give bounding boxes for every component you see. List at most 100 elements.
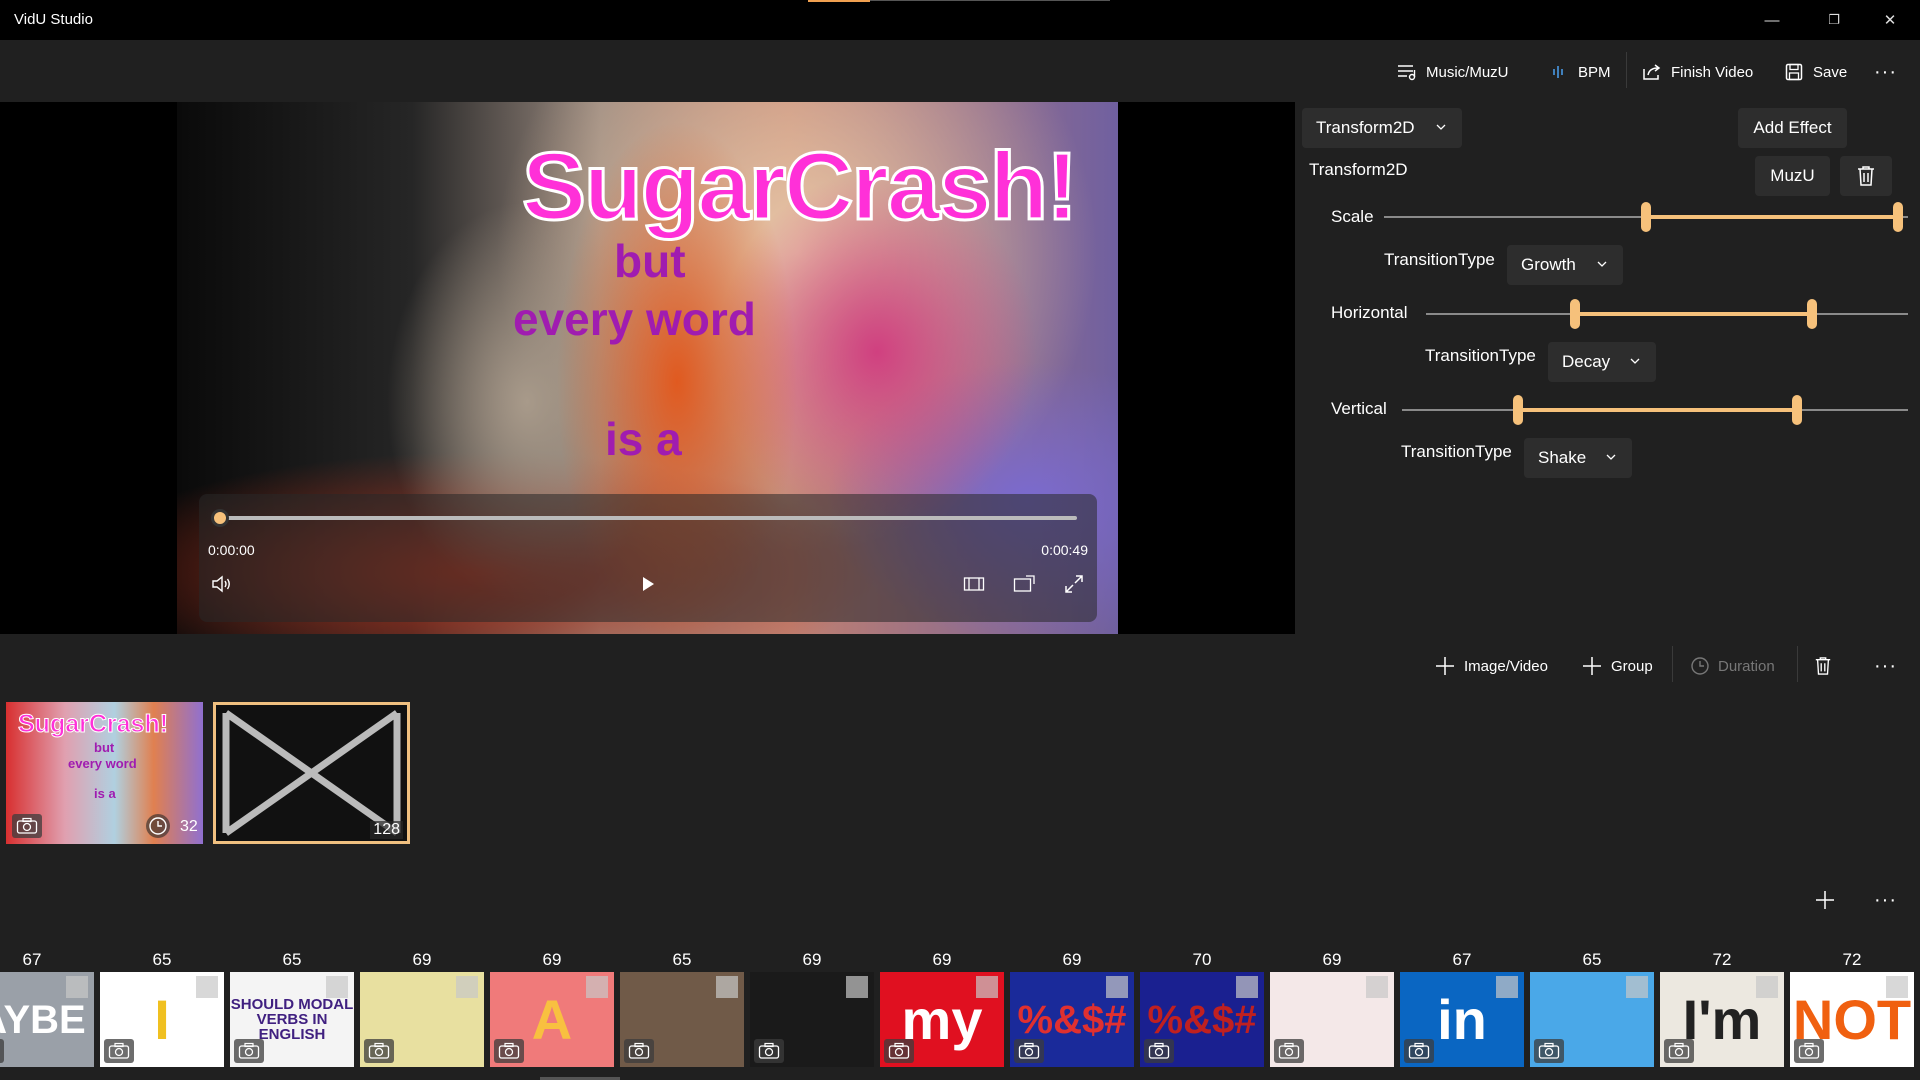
share-icon bbox=[1641, 61, 1663, 83]
select-checkbox[interactable] bbox=[1886, 976, 1908, 998]
effect-selector-label: Transform2D bbox=[1316, 118, 1415, 137]
music-muzu-button[interactable]: Music/MuzU bbox=[1396, 60, 1509, 84]
camera-icon bbox=[104, 1039, 134, 1063]
library-item-count: 69 bbox=[802, 950, 822, 969]
close-button[interactable]: ✕ bbox=[1862, 0, 1918, 40]
vertical-transition-dropdown[interactable]: Shake bbox=[1524, 438, 1632, 478]
minimize-button[interactable]: — bbox=[1744, 0, 1800, 40]
library-item[interactable]: my bbox=[880, 972, 1004, 1067]
add-effect-button[interactable]: Add Effect bbox=[1738, 108, 1847, 148]
save-button[interactable]: Save bbox=[1783, 60, 1847, 84]
duration-button[interactable]: Duration bbox=[1690, 654, 1775, 678]
slider-high-thumb[interactable] bbox=[1791, 395, 1802, 425]
select-checkbox[interactable] bbox=[196, 976, 218, 998]
restore-button[interactable]: ❐ bbox=[1806, 0, 1862, 40]
select-checkbox[interactable] bbox=[456, 976, 478, 998]
delete-effect-button[interactable] bbox=[1840, 156, 1892, 196]
delete-clip-button[interactable] bbox=[1814, 654, 1832, 678]
select-checkbox[interactable] bbox=[1496, 976, 1518, 998]
library-item[interactable]: %&$# bbox=[1140, 972, 1264, 1067]
slider-high-thumb[interactable] bbox=[1806, 299, 1817, 329]
trash-icon bbox=[1858, 166, 1874, 186]
main-toolbar: Music/MuzU BPM Finish Video Save ··· bbox=[0, 40, 1920, 100]
scale-transition-value: Growth bbox=[1521, 255, 1576, 274]
fullscreen-icon[interactable] bbox=[1061, 571, 1087, 597]
clip-text-line: every word bbox=[68, 756, 137, 771]
library-item[interactable]: SHOULD MODAL VERBS IN ENGLISH bbox=[230, 972, 354, 1067]
horizontal-transition-dropdown[interactable]: Decay bbox=[1548, 342, 1656, 382]
cast-icon[interactable] bbox=[1011, 571, 1037, 597]
library-item[interactable] bbox=[360, 972, 484, 1067]
overlay-line-3: is a bbox=[605, 413, 682, 465]
select-checkbox[interactable] bbox=[1626, 976, 1648, 998]
library-item[interactable]: in bbox=[1400, 972, 1524, 1067]
library-item[interactable] bbox=[620, 972, 744, 1067]
sequence-clip-selected[interactable]: 128 bbox=[213, 702, 410, 844]
select-checkbox[interactable] bbox=[976, 976, 998, 998]
select-checkbox[interactable] bbox=[1236, 976, 1258, 998]
effect-selector[interactable]: Transform2D bbox=[1302, 108, 1462, 148]
add-group-button[interactable]: Group bbox=[1581, 654, 1653, 678]
more-options-button[interactable]: ··· bbox=[1874, 60, 1897, 84]
chevron-down-icon bbox=[1606, 454, 1616, 460]
library-item[interactable]: A bbox=[490, 972, 614, 1067]
play-icon[interactable] bbox=[635, 571, 661, 597]
seek-thumb[interactable] bbox=[211, 509, 229, 527]
vertical-transition-value: Shake bbox=[1538, 448, 1587, 467]
music-list-icon bbox=[1396, 61, 1418, 83]
slider-low-thumb[interactable] bbox=[1570, 299, 1581, 329]
effect-properties-panel: Transform2D Add Effect Transform2D MuzU … bbox=[1295, 102, 1920, 634]
scale-range-slider[interactable] bbox=[1384, 202, 1908, 232]
library-item[interactable] bbox=[1530, 972, 1654, 1067]
select-checkbox[interactable] bbox=[586, 976, 608, 998]
camera-icon bbox=[12, 814, 42, 838]
library-item[interactable]: I'm bbox=[1660, 972, 1784, 1067]
camera-icon bbox=[884, 1039, 914, 1063]
camera-icon bbox=[364, 1039, 394, 1063]
slider-range-fill bbox=[1646, 215, 1898, 219]
sequence-divider bbox=[1672, 646, 1673, 682]
camera-icon bbox=[234, 1039, 264, 1063]
scale-transition-dropdown[interactable]: Growth bbox=[1507, 245, 1623, 285]
clock-icon bbox=[1691, 657, 1709, 675]
bpm-button[interactable]: BPM bbox=[1548, 60, 1611, 84]
camera-icon bbox=[1664, 1039, 1694, 1063]
library-item[interactable]: I bbox=[100, 972, 224, 1067]
library-add-button[interactable] bbox=[1814, 888, 1836, 912]
muzu-button[interactable]: MuzU bbox=[1755, 156, 1830, 196]
library-item[interactable] bbox=[750, 972, 874, 1067]
library-item[interactable] bbox=[1270, 972, 1394, 1067]
add-image-video-label: Image/Video bbox=[1464, 657, 1548, 675]
horizontal-transition-label: TransitionType bbox=[1425, 346, 1536, 365]
vertical-range-slider[interactable] bbox=[1402, 395, 1908, 425]
camera-icon bbox=[754, 1039, 784, 1063]
library-item-count: 72 bbox=[1842, 950, 1862, 969]
slider-high-thumb[interactable] bbox=[1892, 202, 1903, 232]
volume-icon[interactable] bbox=[209, 571, 235, 597]
aspect-ratio-icon[interactable] bbox=[961, 571, 987, 597]
camera-icon bbox=[0, 1039, 4, 1063]
seek-bar[interactable] bbox=[219, 516, 1077, 520]
slider-range-fill bbox=[1575, 312, 1812, 316]
horizontal-range-slider[interactable] bbox=[1426, 299, 1908, 329]
select-checkbox[interactable] bbox=[1366, 976, 1388, 998]
select-checkbox[interactable] bbox=[846, 976, 868, 998]
sequence-clip[interactable]: SugarCrash! but every word is a 32 bbox=[6, 702, 203, 844]
select-checkbox[interactable] bbox=[1756, 976, 1778, 998]
sequence-toolbar: Image/Video Group Duration ··· bbox=[0, 634, 1920, 694]
library-item[interactable]: AYBE bbox=[0, 972, 94, 1067]
add-image-video-button[interactable]: Image/Video bbox=[1434, 654, 1548, 678]
total-time: 0:00:49 bbox=[1041, 542, 1088, 558]
select-checkbox[interactable] bbox=[1106, 976, 1128, 998]
sequence-more-button[interactable]: ··· bbox=[1874, 654, 1897, 678]
select-checkbox[interactable] bbox=[716, 976, 738, 998]
library-item[interactable]: NOT bbox=[1790, 972, 1914, 1067]
library-more-button[interactable]: ··· bbox=[1874, 888, 1897, 912]
slider-low-thumb[interactable] bbox=[1641, 202, 1651, 232]
select-checkbox[interactable] bbox=[326, 976, 348, 998]
finish-video-button[interactable]: Finish Video bbox=[1641, 60, 1753, 84]
slider-low-thumb[interactable] bbox=[1513, 395, 1524, 425]
select-checkbox[interactable] bbox=[66, 976, 88, 998]
library-item[interactable]: %&$# bbox=[1010, 972, 1134, 1067]
camera-icon bbox=[1404, 1039, 1434, 1063]
